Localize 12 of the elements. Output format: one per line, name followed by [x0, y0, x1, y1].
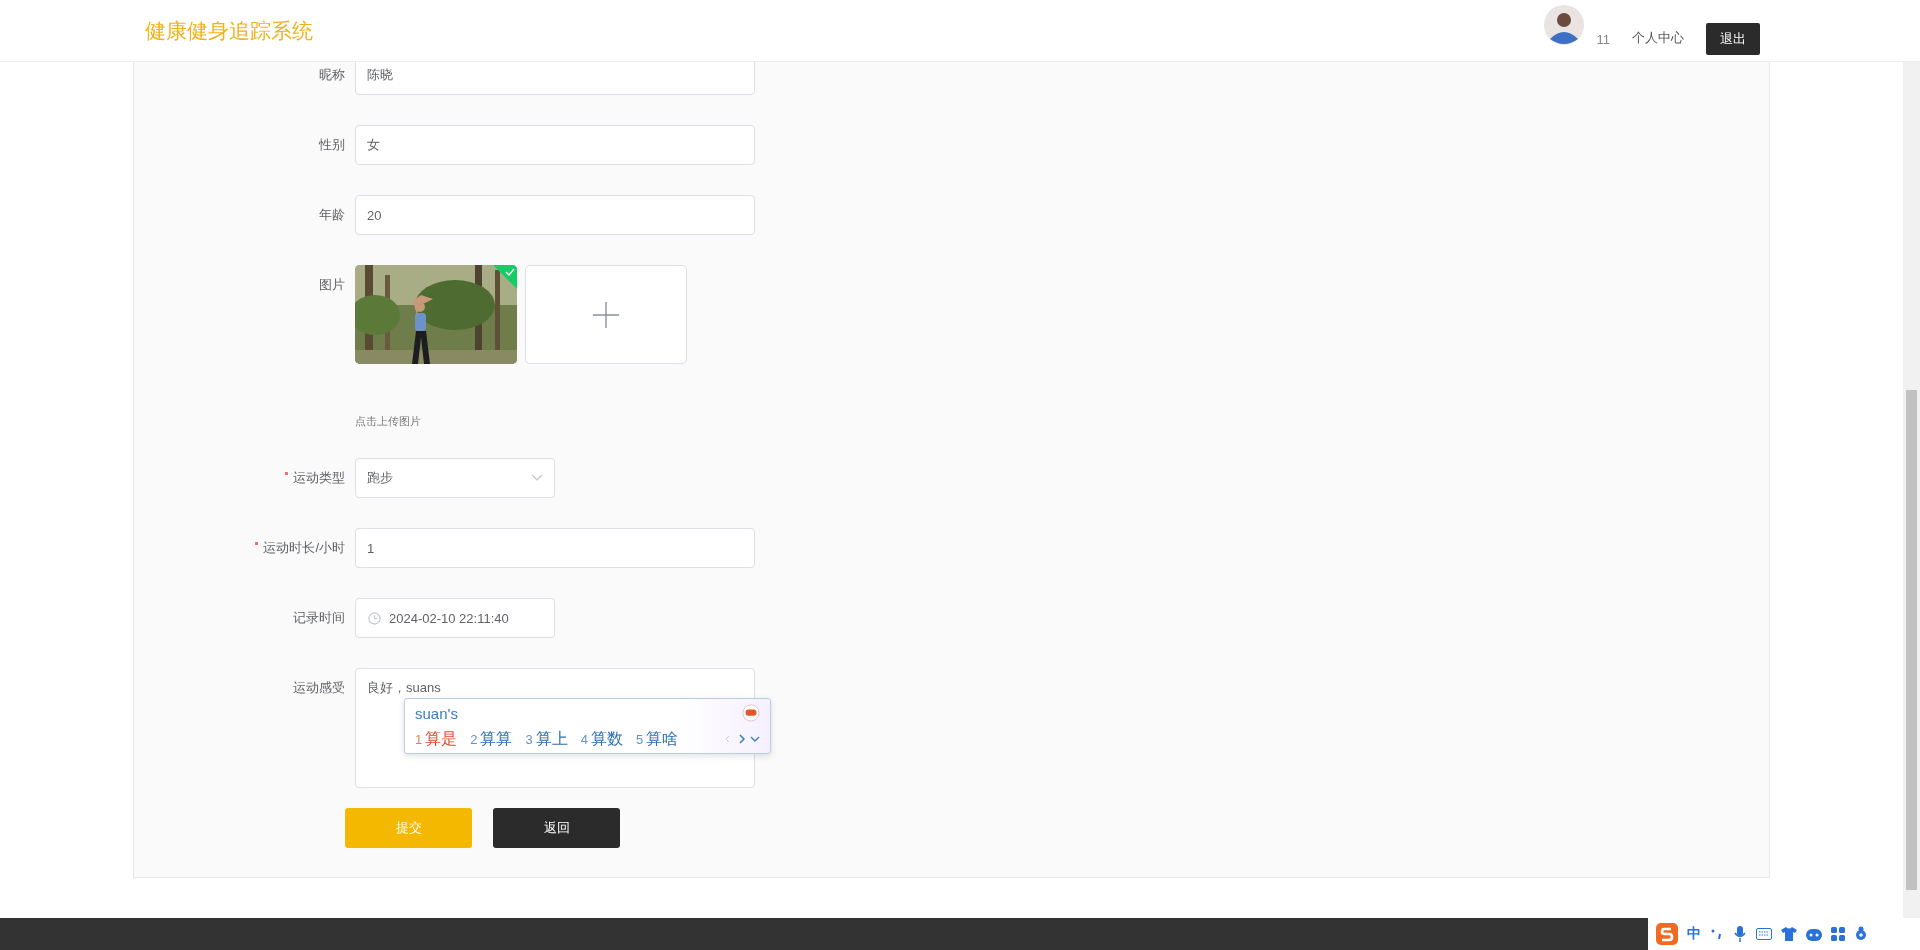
field-label: 昵称	[319, 66, 345, 84]
ime-composition: suan's	[415, 704, 458, 722]
field-label: 记录时间	[293, 609, 345, 627]
field-label: 运动感受	[293, 679, 345, 697]
field-label: 运动类型	[284, 458, 345, 498]
field-label: 运动时长/小时	[254, 528, 345, 568]
site-title: 健康健身追踪系统	[145, 17, 313, 44]
field-label: 性别	[319, 136, 345, 154]
field-label: 年龄	[319, 206, 345, 224]
user-name: 11	[1596, 31, 1610, 49]
upload-hint: 点击上传图片	[355, 414, 422, 428]
field-label: 图片	[319, 276, 345, 294]
